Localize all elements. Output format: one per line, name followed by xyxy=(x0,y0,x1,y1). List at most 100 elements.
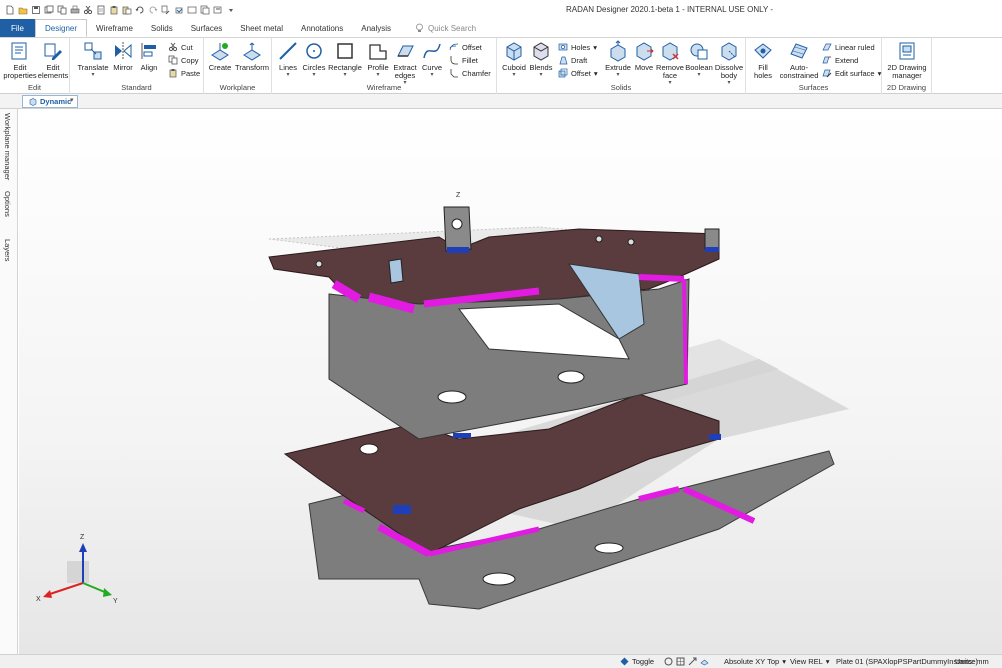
import-icon[interactable] xyxy=(200,5,210,16)
circles-dropdown-icon[interactable]: ▾ xyxy=(301,72,327,78)
model-canvas[interactable]: Z Z X Y xyxy=(19,109,1002,654)
blends-dropdown-icon[interactable]: ▾ xyxy=(528,72,554,78)
2d-drawing-manager-button[interactable]: 2D Drawing manager xyxy=(884,40,930,80)
linear-ruled-button[interactable]: Linear ruled xyxy=(822,41,875,53)
rectangle-button[interactable]: Rectangle ▾ xyxy=(328,40,362,78)
properties-icon[interactable] xyxy=(187,5,197,16)
translate-dropdown-icon[interactable]: ▾ xyxy=(76,72,110,78)
tab-analysis[interactable]: Analysis xyxy=(352,19,400,37)
edit-surface-dropdown-icon[interactable]: ▾ xyxy=(878,69,882,78)
holes-dropdown-icon[interactable]: ▾ xyxy=(593,43,597,52)
boolean-button[interactable]: Boolean ▾ xyxy=(684,40,714,78)
history-icon[interactable] xyxy=(174,5,184,16)
holes-button[interactable]: Holes ▾ xyxy=(558,41,597,53)
absolute-indicator[interactable]: Absolute XY Top ▾ xyxy=(724,657,786,666)
offset-dropdown-icon[interactable]: ▾ xyxy=(594,69,598,78)
lines-dropdown-icon[interactable]: ▾ xyxy=(276,72,300,78)
profile-button[interactable]: Profile ▾ xyxy=(366,40,390,78)
cut-icon[interactable] xyxy=(83,5,93,16)
curve-dropdown-icon[interactable]: ▾ xyxy=(420,72,444,78)
absolute-dropdown-icon[interactable]: ▾ xyxy=(782,657,786,666)
view-indicator[interactable]: View REL ▾ xyxy=(790,657,830,666)
tab-annotations[interactable]: Annotations xyxy=(292,19,352,37)
grid-icon[interactable] xyxy=(676,657,685,666)
copy-doc-icon[interactable] xyxy=(57,5,67,16)
fillet-button[interactable]: Fillet xyxy=(449,54,478,66)
edit-properties-button[interactable]: Edit properties xyxy=(3,40,37,80)
dissolve-body-button[interactable]: Dissolve body ▾ xyxy=(714,40,744,86)
scissors-icon[interactable] xyxy=(96,5,106,16)
fill-holes-button[interactable]: Fill holes xyxy=(749,40,777,80)
auto-constrained-button[interactable]: Auto-constrained xyxy=(777,40,821,80)
move-button[interactable]: Move xyxy=(632,40,656,72)
quick-search[interactable]: Quick Search xyxy=(406,19,485,37)
tab-designer[interactable]: Designer xyxy=(35,19,88,37)
left-tab[interactable] xyxy=(388,258,404,284)
edit-elements-button[interactable]: Edit elements xyxy=(37,40,69,80)
export-icon[interactable] xyxy=(213,5,223,16)
align-button[interactable]: Align xyxy=(136,40,162,72)
circles-button[interactable]: Circles ▾ xyxy=(301,40,327,78)
group-2d-drawing: 2D Drawing manager 2D Drawing xyxy=(882,38,932,94)
axis-triad[interactable]: Z X Y xyxy=(36,534,118,605)
extend-button[interactable]: Extend xyxy=(822,54,858,66)
options-tab[interactable]: Options xyxy=(3,191,12,217)
units-indicator[interactable]: Units: mm xyxy=(955,657,1002,666)
tab-solids[interactable]: Solids xyxy=(142,19,182,37)
refresh-icon[interactable] xyxy=(161,5,171,16)
offset-solid-button[interactable]: Offset ▾ xyxy=(558,67,598,79)
snap-icon[interactable] xyxy=(664,657,673,666)
blue-tab xyxy=(709,434,721,440)
layers-tab[interactable]: Layers xyxy=(3,239,12,262)
copy-button[interactable]: Copy xyxy=(168,54,199,66)
workplane-manager-tab[interactable]: Workplane manager xyxy=(3,113,12,180)
blends-button[interactable]: Blends ▾ xyxy=(528,40,554,78)
tab-wireframe[interactable]: Wireframe xyxy=(87,19,142,37)
cut-button[interactable]: Cut xyxy=(168,41,193,53)
offset-wire-button[interactable]: Offset xyxy=(449,41,482,53)
document-list-dropdown-icon[interactable]: ▾ xyxy=(70,96,74,104)
remove-face-button[interactable]: Remove face ▾ xyxy=(656,40,684,86)
move-icon xyxy=(636,42,654,61)
rectangle-dropdown-icon[interactable]: ▾ xyxy=(328,72,362,78)
axis-x-label: X xyxy=(36,596,41,603)
transform-workplane-button[interactable]: Transform xyxy=(234,40,270,72)
right-tab[interactable] xyxy=(704,228,720,250)
cuboid-dropdown-icon[interactable]: ▾ xyxy=(500,72,528,78)
toggle-button[interactable]: Toggle xyxy=(620,657,654,666)
view-dropdown-icon[interactable]: ▾ xyxy=(826,657,830,666)
workplane-status-icon[interactable] xyxy=(700,657,709,666)
profile-dropdown-icon[interactable]: ▾ xyxy=(366,72,390,78)
lines-button[interactable]: Lines ▾ xyxy=(276,40,300,78)
extract-edges-button[interactable]: Extract edges ▾ xyxy=(391,40,419,86)
ortho-icon[interactable] xyxy=(688,657,697,666)
paste-icon[interactable] xyxy=(122,5,132,16)
translate-button[interactable]: Translate ▾ xyxy=(76,40,110,78)
3d-viewport[interactable]: Z Z X Y xyxy=(19,109,1002,654)
paste-button[interactable]: Paste xyxy=(168,67,200,79)
undo-icon[interactable] xyxy=(135,5,145,16)
mirror-button[interactable]: Mirror xyxy=(110,40,136,72)
cuboid-button[interactable]: Cuboid ▾ xyxy=(500,40,528,78)
save-all-icon[interactable] xyxy=(44,5,54,16)
redo-icon[interactable] xyxy=(148,5,158,16)
save-icon[interactable] xyxy=(31,5,41,16)
extrude-dropdown-icon[interactable]: ▾ xyxy=(604,72,632,78)
new-icon[interactable] xyxy=(5,5,15,16)
draft-button[interactable]: Draft xyxy=(558,54,587,66)
open-icon[interactable] xyxy=(18,5,28,16)
curve-button[interactable]: Curve ▾ xyxy=(420,40,444,78)
print-icon[interactable] xyxy=(70,5,80,16)
tab-sheet-metal[interactable]: Sheet metal xyxy=(231,19,292,37)
edit-surface-label: Edit surface xyxy=(835,68,875,78)
tab-surfaces[interactable]: Surfaces xyxy=(182,19,232,37)
clipboard-icon[interactable] xyxy=(109,5,119,16)
create-workplane-button[interactable]: Create xyxy=(206,40,234,72)
edit-surface-button[interactable]: Edit surface ▾ xyxy=(822,67,881,79)
chamfer-button[interactable]: Chamfer xyxy=(449,67,491,79)
extrude-button[interactable]: Extrude ▾ xyxy=(604,40,632,78)
customize-icon[interactable] xyxy=(226,5,236,16)
offset-icon xyxy=(449,43,459,51)
tab-file[interactable]: File xyxy=(0,19,35,37)
boolean-dropdown-icon[interactable]: ▾ xyxy=(684,72,714,78)
